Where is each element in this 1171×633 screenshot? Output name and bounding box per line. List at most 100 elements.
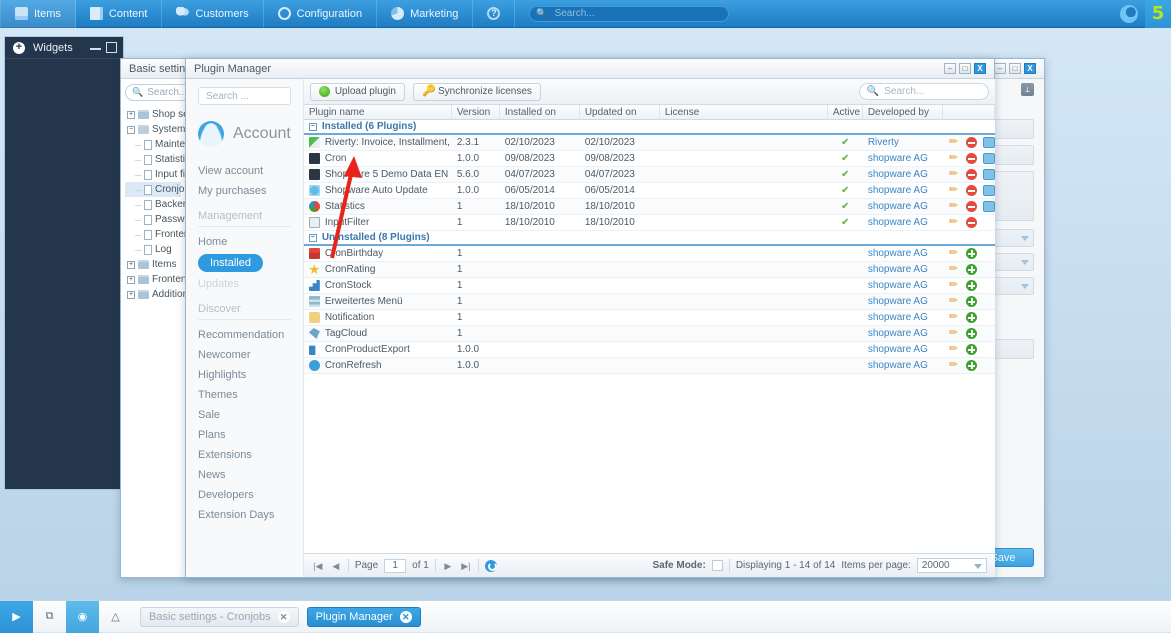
maximize-button[interactable]: □	[1009, 63, 1021, 74]
plugin-group-header[interactable]: − Installed (6 Plugins)	[303, 120, 995, 135]
uninstall-icon[interactable]	[965, 137, 977, 148]
menu-item-content[interactable]: Content	[76, 0, 163, 28]
collapse-icon[interactable]: ⟂	[1021, 83, 1034, 96]
edit-icon[interactable]: ✏	[949, 280, 960, 291]
uninstall-icon[interactable]	[965, 217, 977, 228]
edit-icon[interactable]: ✏	[949, 312, 960, 323]
install-icon[interactable]	[965, 248, 977, 259]
developer-link[interactable]: shopware AG	[868, 344, 928, 355]
windows-icon[interactable]: ⧉	[33, 601, 66, 633]
table-row[interactable]: CronProductExport 1.0.0 shopware AG ✏	[303, 342, 995, 358]
table-row[interactable]: Statistics 1 18/10/2010 18/10/2010 ✔ shopware…	[303, 199, 995, 215]
close-icon[interactable]: ✕	[277, 610, 290, 623]
tree-expander[interactable]: +	[127, 260, 135, 269]
column-header-version[interactable]: Version	[452, 105, 500, 120]
developer-link[interactable]: shopware AG	[868, 248, 928, 259]
menu-item-items[interactable]: Items	[0, 0, 76, 28]
settings-tree-node[interactable]: + Additional set	[125, 287, 185, 302]
menu-item-configuration[interactable]: Configuration	[264, 0, 378, 28]
settings-tree-node[interactable]: ─ Cronjobs	[125, 182, 185, 197]
menu-item-marketing[interactable]: Marketing	[377, 0, 474, 28]
menu-item-customers[interactable]: Customers	[162, 0, 264, 28]
settings-tree-node[interactable]: ─ Frontend o	[125, 227, 185, 242]
edit-icon[interactable]: ✏	[949, 153, 960, 164]
sidebar-link-view-account[interactable]: View account	[198, 161, 291, 181]
reinstall-icon[interactable]	[982, 169, 995, 180]
reinstall-icon[interactable]	[982, 153, 995, 164]
sidebar-item-recommendation[interactable]: Recommendation	[198, 325, 291, 345]
settings-tree-node[interactable]: ─ Statistics	[125, 152, 185, 167]
edit-icon[interactable]: ✏	[949, 201, 960, 212]
taskbar-task[interactable]: Plugin Manager ✕	[306, 606, 421, 627]
sidebar-item-sale[interactable]: Sale	[198, 405, 291, 425]
group-collapse-icon[interactable]: −	[308, 233, 317, 242]
install-icon[interactable]	[965, 360, 977, 371]
sidebar-item-newcomer[interactable]: Newcomer	[198, 345, 291, 365]
settings-tree-node[interactable]: + Items	[125, 257, 181, 272]
search-input[interactable]	[552, 7, 723, 20]
uninstall-icon[interactable]	[965, 201, 977, 212]
developer-link[interactable]: shopware AG	[868, 153, 928, 164]
table-row[interactable]: CronRefresh 1.0.0 shopware AG ✏	[303, 358, 995, 374]
minimize-icon[interactable]	[90, 42, 101, 50]
dashboard-icon[interactable]: ◉	[66, 600, 99, 633]
plugin-search[interactable]: 🔍 Search...	[858, 83, 989, 100]
settings-search[interactable]: 🔍 Search...	[125, 84, 185, 101]
minimize-button[interactable]: –	[944, 63, 956, 74]
page-input[interactable]: 1	[384, 558, 407, 573]
sidebar-item-plans[interactable]: Plans	[198, 425, 291, 445]
logout-icon[interactable]: ▶	[0, 600, 33, 633]
add-widget-icon[interactable]: +	[13, 41, 25, 54]
edit-icon[interactable]: ✏	[949, 296, 960, 307]
install-icon[interactable]	[965, 312, 977, 323]
bell-icon[interactable]: △	[99, 601, 132, 633]
table-row[interactable]: Notification 1 shopware AG ✏	[303, 310, 995, 326]
uninstall-icon[interactable]	[965, 153, 977, 164]
tree-expander[interactable]: +	[127, 110, 135, 119]
taskbar-task[interactable]: Basic settings - Cronjobs ✕	[140, 606, 299, 627]
safe-mode-checkbox[interactable]	[711, 560, 723, 571]
developer-link[interactable]: shopware AG	[868, 296, 928, 307]
developer-link[interactable]: shopware AG	[868, 201, 928, 212]
column-header-developed-by[interactable]: Developed by	[863, 105, 943, 120]
edit-icon[interactable]: ✏	[949, 217, 960, 228]
edit-icon[interactable]: ✏	[949, 344, 960, 355]
developer-link[interactable]: shopware AG	[868, 280, 928, 291]
uninstall-icon[interactable]	[965, 185, 977, 196]
prev-page-button[interactable]: ◀	[330, 560, 342, 572]
reinstall-icon[interactable]	[982, 137, 995, 148]
plugin-group-header[interactable]: − Uninstalled (8 Plugins)	[303, 231, 995, 246]
table-row[interactable]: CronStock 1 shopware AG ✏	[303, 278, 995, 294]
install-icon[interactable]	[965, 264, 977, 275]
table-row[interactable]: Shopware 5 Demo Data EN 5.6.0 04/07/2023 04…	[303, 167, 995, 183]
table-row[interactable]: Cron 1.0.0 09/08/2023 09/08/2023 ✔ shopware A…	[303, 151, 995, 167]
edit-icon[interactable]: ✏	[949, 137, 960, 148]
developer-link[interactable]: shopware AG	[868, 264, 928, 275]
upload-plugin-button[interactable]: Upload plugin	[309, 82, 405, 101]
edit-icon[interactable]: ✏	[949, 264, 960, 275]
settings-tree-node[interactable]: ─ Log	[125, 242, 181, 257]
sidebar-item-news[interactable]: News	[198, 465, 291, 485]
column-header-active[interactable]: Active	[828, 105, 863, 120]
column-header-updated-on[interactable]: Updated on	[580, 105, 660, 120]
first-page-button[interactable]: |◀	[312, 560, 324, 572]
close-button[interactable]: X	[1024, 63, 1036, 74]
menu-item-help[interactable]: ?	[473, 0, 516, 28]
settings-tree-node[interactable]: + Frontend	[125, 272, 185, 287]
synchronize-licenses-button[interactable]: 🔑 Synchronize licenses	[412, 82, 541, 101]
column-header-installed-on[interactable]: Installed on	[500, 105, 580, 120]
edit-icon[interactable]: ✏	[949, 169, 960, 180]
developer-link[interactable]: shopware AG	[868, 360, 928, 371]
sidebar-item-extensions[interactable]: Extensions	[198, 445, 291, 465]
sidebar-search[interactable]: Search ...	[198, 87, 291, 105]
sidebar-link-my-purchases[interactable]: My purchases	[198, 181, 291, 201]
uninstall-icon[interactable]	[965, 169, 977, 180]
settings-tree-node[interactable]: ─ Passwords	[125, 212, 185, 227]
developer-link[interactable]: shopware AG	[868, 185, 928, 196]
table-row[interactable]: Shopware Auto Update 1.0.0 06/05/2014 06/05…	[303, 183, 995, 199]
install-icon[interactable]	[965, 296, 977, 307]
tree-expander[interactable]: −	[127, 125, 135, 134]
settings-tree-node[interactable]: − System	[125, 122, 185, 137]
sidebar-item-themes[interactable]: Themes	[198, 385, 291, 405]
maximize-button[interactable]: □	[959, 63, 971, 74]
